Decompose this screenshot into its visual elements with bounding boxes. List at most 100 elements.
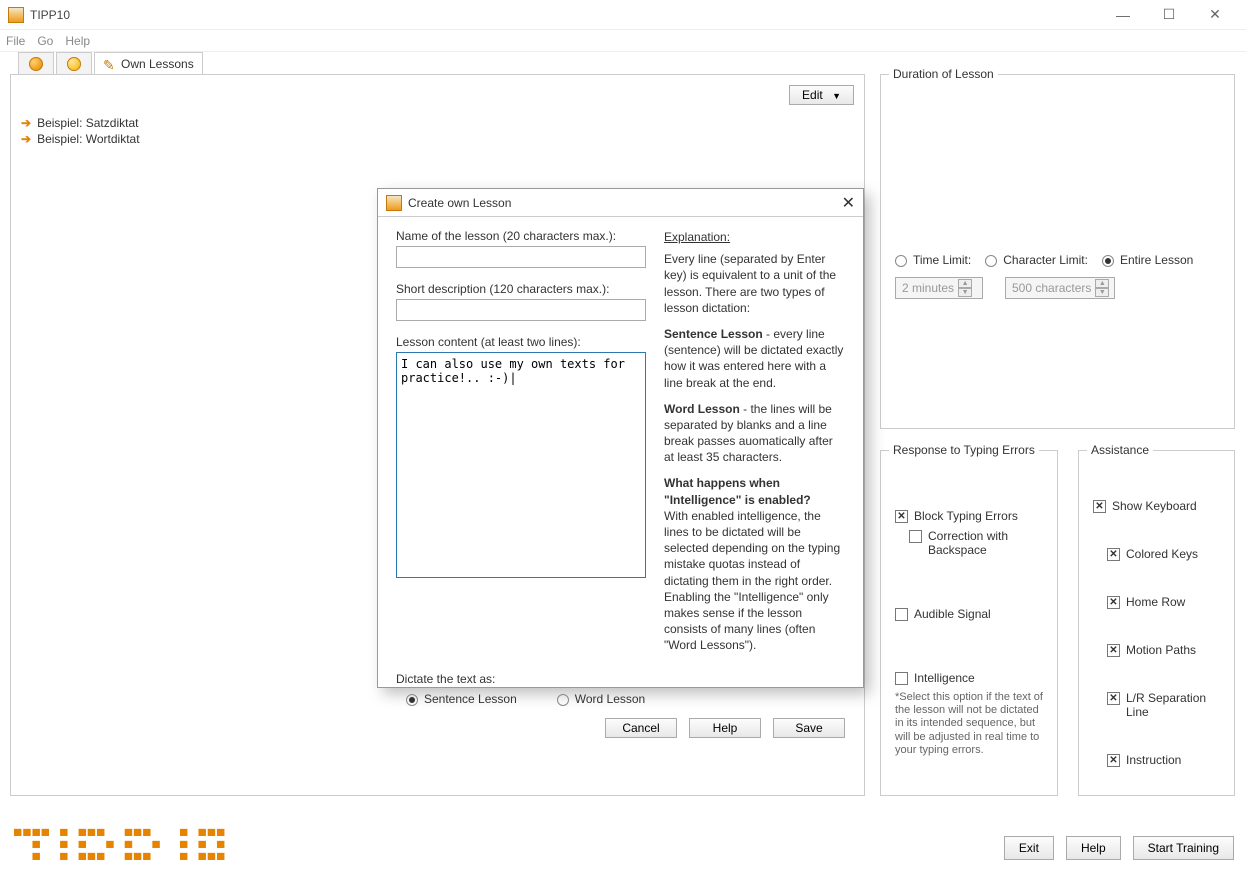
dialog-close-button[interactable]: ✕: [842, 193, 855, 213]
check-label: Colored Keys: [1126, 547, 1198, 561]
dictate-label: Dictate the text as:: [396, 672, 845, 686]
bulb-icon: [67, 57, 81, 71]
orange-dot-icon: [29, 57, 43, 71]
tab-tips[interactable]: [56, 52, 92, 74]
radio-label: Entire Lesson: [1120, 253, 1193, 267]
radio-icon: [406, 694, 418, 706]
app-icon: [386, 195, 402, 211]
duration-legend: Duration of Lesson: [889, 67, 998, 81]
exit-button[interactable]: Exit: [1004, 836, 1054, 860]
create-lesson-dialog: Create own Lesson ✕ Name of the lesson (…: [377, 188, 864, 688]
checkbox-icon: [895, 608, 908, 621]
list-item[interactable]: ➔ Beispiel: Satzdiktat: [21, 115, 854, 131]
menu-help[interactable]: Help: [65, 34, 90, 48]
short-desc-label: Short description (120 characters max.):: [396, 282, 646, 296]
check-audible[interactable]: Audible Signal: [895, 607, 1043, 621]
checkbox-icon: [1093, 500, 1106, 513]
check-label: Instruction: [1126, 753, 1181, 767]
spinner-value: 2 minutes: [902, 281, 954, 295]
checkbox-icon: [895, 672, 908, 685]
lesson-name-input[interactable]: [396, 246, 646, 268]
word-lesson-head: Word Lesson: [664, 402, 740, 416]
btn-label: Cancel: [622, 721, 659, 735]
radio-word-lesson[interactable]: Word Lesson: [557, 692, 645, 706]
app-title: TIPP10: [30, 8, 70, 22]
check-block-errors[interactable]: Block Typing Errors: [895, 509, 1043, 523]
lesson-content-textarea[interactable]: [396, 352, 646, 578]
duration-fieldset: Duration of Lesson Time Limit: Character…: [880, 74, 1235, 429]
lesson-label: Beispiel: Satzdiktat: [37, 116, 138, 130]
radio-label: Sentence Lesson: [424, 692, 517, 706]
spinner-down-icon: ▼: [1095, 288, 1109, 297]
btn-label: Exit: [1019, 841, 1039, 855]
check-label: L/R Separation Line: [1126, 691, 1220, 719]
tipp10-logo: ▀▀▀▀ ▀ ▀▀▀ ▀▀▀ ▀ ▀▀▀ ▀ ▀ ▀ ▀ ▀ ▀ ▀ ▀ ▀ ▀…: [14, 830, 226, 866]
start-training-button[interactable]: Start Training: [1133, 836, 1234, 860]
sentence-lesson-head: Sentence Lesson: [664, 327, 763, 341]
checkbox-icon: [1107, 644, 1120, 657]
close-button[interactable]: ✕: [1192, 0, 1238, 30]
check-motion-paths[interactable]: Motion Paths: [1107, 643, 1220, 657]
check-correction[interactable]: Correction with Backspace: [909, 529, 1043, 557]
btn-label: Start Training: [1148, 841, 1219, 855]
response-fieldset: Response to Typing Errors Block Typing E…: [880, 450, 1058, 796]
radio-entire-lesson[interactable]: Entire Lesson: [1102, 253, 1193, 267]
radio-time-limit[interactable]: Time Limit:: [895, 253, 971, 267]
intelligence-q-head: What happens when "Intelligence" is enab…: [664, 476, 811, 506]
menubar: File Go Help: [0, 30, 1246, 52]
check-show-keyboard[interactable]: Show Keyboard: [1093, 499, 1220, 513]
checkbox-icon: [1107, 548, 1120, 561]
arrow-icon: ➔: [21, 132, 31, 146]
check-instruction[interactable]: Instruction: [1107, 753, 1220, 767]
titlebar: TIPP10 — ☐ ✕: [0, 0, 1246, 30]
name-label: Name of the lesson (20 characters max.):: [396, 229, 646, 243]
caret-down-icon: ▼: [832, 91, 841, 101]
footer-help-button[interactable]: Help: [1066, 836, 1121, 860]
check-label: Home Row: [1126, 595, 1185, 609]
menu-file[interactable]: File: [6, 34, 25, 48]
checkbox-icon: [1107, 692, 1120, 705]
explanation-heading: Explanation:: [664, 229, 845, 245]
btn-label: Help: [1081, 841, 1106, 855]
radio-label: Word Lesson: [575, 692, 645, 706]
intelligence-note: *Select this option if the text of the l…: [895, 691, 1043, 757]
check-label: Block Typing Errors: [914, 509, 1018, 523]
save-button[interactable]: Save: [773, 718, 845, 738]
tab-own-lessons[interactable]: Own Lessons: [94, 52, 203, 74]
check-home-row[interactable]: Home Row: [1107, 595, 1220, 609]
assistance-legend: Assistance: [1087, 443, 1153, 457]
check-label: Show Keyboard: [1112, 499, 1197, 513]
check-separation-line[interactable]: L/R Separation Line: [1107, 691, 1220, 719]
radio-sentence-lesson[interactable]: Sentence Lesson: [406, 692, 517, 706]
radio-char-limit[interactable]: Character Limit:: [985, 253, 1088, 267]
check-label: Motion Paths: [1126, 643, 1196, 657]
intelligence-q-body: With enabled intelligence, the lines to …: [664, 509, 840, 653]
menu-go[interactable]: Go: [37, 34, 53, 48]
edit-button-label: Edit: [802, 88, 823, 102]
help-button[interactable]: Help: [689, 718, 761, 738]
explanation-text: Every line (separated by Enter key) is e…: [664, 251, 845, 316]
checkbox-icon: [1107, 754, 1120, 767]
check-colored-keys[interactable]: Colored Keys: [1107, 547, 1220, 561]
checkbox-icon: [1107, 596, 1120, 609]
minimize-button[interactable]: —: [1100, 0, 1146, 30]
check-intelligence[interactable]: Intelligence: [895, 671, 1043, 685]
time-limit-spinner: 2 minutes ▲▼: [895, 277, 983, 299]
radio-label: Time Limit:: [913, 253, 971, 267]
lesson-label: Beispiel: Wortdiktat: [37, 132, 140, 146]
tab-training[interactable]: [18, 52, 54, 74]
spinner-down-icon: ▼: [958, 288, 972, 297]
cancel-button[interactable]: Cancel: [605, 718, 677, 738]
check-label: Audible Signal: [914, 607, 991, 621]
maximize-button[interactable]: ☐: [1146, 0, 1192, 30]
spinner-up-icon: ▲: [1095, 279, 1109, 288]
edit-button[interactable]: Edit ▼: [789, 85, 854, 105]
spinner-value: 500 characters: [1012, 281, 1091, 295]
checkbox-icon: [909, 530, 922, 543]
short-desc-input[interactable]: [396, 299, 646, 321]
app-icon: [8, 7, 24, 23]
sentence-lesson-text: Sentence Lesson - every line (sentence) …: [664, 326, 845, 391]
list-item[interactable]: ➔ Beispiel: Wortdiktat: [21, 131, 854, 147]
dialog-titlebar: Create own Lesson ✕: [378, 189, 863, 217]
btn-label: Save: [795, 721, 822, 735]
